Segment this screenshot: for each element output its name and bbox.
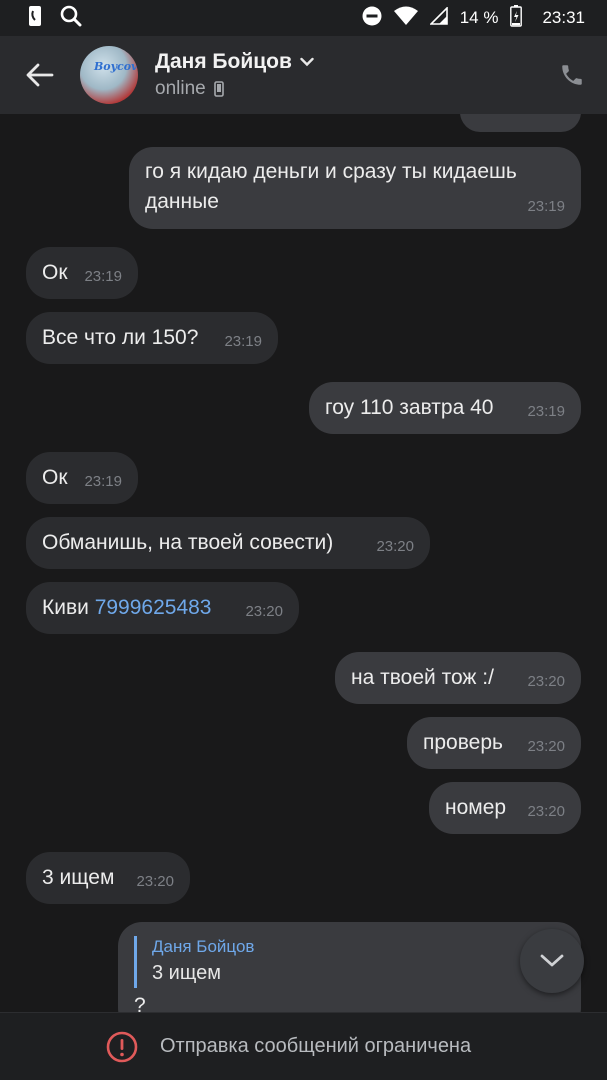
chat-header: Boycov Даня Бойцов online — [0, 36, 607, 114]
battery-percent: 14 % — [459, 8, 499, 27]
message-text: Ок — [42, 261, 68, 284]
search-icon — [60, 5, 82, 32]
message-bubble-outgoing[interactable]: номер 23:20 — [429, 782, 581, 834]
message-text: Обманишь, на твоей совести) — [42, 531, 334, 554]
reply-quote[interactable]: Даня Бойцов 3 ищем — [134, 936, 254, 988]
phone-call-icon — [562, 65, 582, 85]
message-text: на твоей тож :/ — [351, 666, 494, 689]
reply-quote-author: Даня Бойцов — [152, 937, 255, 956]
message-text: номер — [445, 796, 507, 819]
message-time: 23:19 — [84, 473, 122, 490]
message-bubble-incoming[interactable]: 3 ищем 23:20 — [26, 852, 190, 904]
message-time: 23:20 — [527, 738, 565, 755]
message-text: Киви — [42, 596, 95, 619]
status-bar: 14 % 23:31 — [0, 0, 607, 36]
message-text: проверь — [423, 731, 503, 754]
sending-restricted-bar: Отправка сообщений ограничена — [0, 1012, 607, 1080]
wifi-icon — [393, 6, 418, 31]
message-bubble-incoming[interactable]: Киви 7999625483 23:20 — [26, 582, 299, 634]
status-time: 23:31 — [542, 8, 585, 27]
scroll-to-bottom-button[interactable] — [520, 929, 584, 993]
contact-info[interactable]: Даня Бойцов online — [155, 50, 314, 100]
message-bubble-outgoing[interactable]: го я кидаю деньги и сразу ты кидаешь дан… — [129, 147, 581, 229]
message-time: 23:19 — [224, 333, 262, 350]
message-bubble-incoming[interactable]: Все что ли 150? 23:19 — [26, 312, 278, 364]
do-not-disturb-icon — [362, 6, 382, 31]
message-text: 3 ищем — [42, 866, 115, 889]
message-time: 23:19 — [84, 268, 122, 285]
sending-restricted-text: Отправка сообщений ограничена — [160, 1035, 472, 1057]
warning-icon — [106, 1031, 138, 1062]
message-bubble-outgoing[interactable]: на твоей тож :/ 23:20 — [335, 652, 581, 704]
message-time: 23:18 — [527, 114, 565, 125]
avatar[interactable]: Boycov — [80, 46, 138, 104]
message-bubble-outgoing[interactable]: 23:18 — [460, 114, 581, 132]
message-bubble-outgoing-reply[interactable]: Даня Бойцов 3 ищем ? — [118, 922, 581, 1012]
message-time: 23:20 — [527, 803, 565, 820]
message-text: го я кидаю деньги и сразу ты кидаешь — [145, 160, 517, 183]
reply-quote-text: 3 ищем — [152, 962, 221, 984]
back-arrow-icon — [26, 63, 54, 87]
telegram-chat-screen: 14 % 23:31 Boycov Даня Бойцов online го … — [0, 0, 607, 1080]
message-time: 23:20 — [245, 603, 283, 620]
message-text: ? — [134, 994, 146, 1012]
message-text: гоу 110 завтра 40 — [325, 396, 494, 419]
call-button[interactable] — [555, 58, 589, 92]
signal-icon — [428, 5, 448, 30]
message-bubble-outgoing[interactable]: проверь 23:20 — [407, 717, 581, 769]
chevron-down-icon — [540, 954, 564, 967]
message-bubble-outgoing[interactable]: гоу 110 завтра 40 23:19 — [309, 382, 581, 434]
message-text: данные — [145, 190, 219, 213]
message-list[interactable]: 23:18 го я кидаю деньги и сразу ты кидае… — [0, 114, 607, 1012]
message-time: 23:19 — [527, 198, 565, 215]
phone-icon — [28, 5, 42, 32]
message-bubble-incoming[interactable]: Ок 23:19 — [26, 452, 138, 504]
contact-name: Даня Бойцов — [155, 50, 292, 73]
phone-number-link[interactable]: 7999625483 — [95, 596, 212, 619]
chevron-down-icon — [300, 57, 314, 67]
mobile-device-icon — [213, 81, 224, 97]
message-bubble-incoming[interactable]: Ок 23:19 — [26, 247, 138, 299]
message-time: 23:20 — [136, 873, 174, 890]
message-text: Ок — [42, 466, 68, 489]
message-time: 23:20 — [527, 673, 565, 690]
battery-icon — [510, 4, 523, 32]
message-bubble-incoming[interactable]: Обманишь, на твоей совести) 23:20 — [26, 517, 430, 569]
message-time: 23:20 — [376, 538, 414, 555]
message-text: Все что ли 150? — [42, 326, 199, 349]
message-time: 23:19 — [527, 403, 565, 420]
back-button[interactable] — [0, 36, 80, 114]
contact-status: online — [155, 78, 206, 99]
avatar-text: Boycov — [94, 60, 138, 73]
